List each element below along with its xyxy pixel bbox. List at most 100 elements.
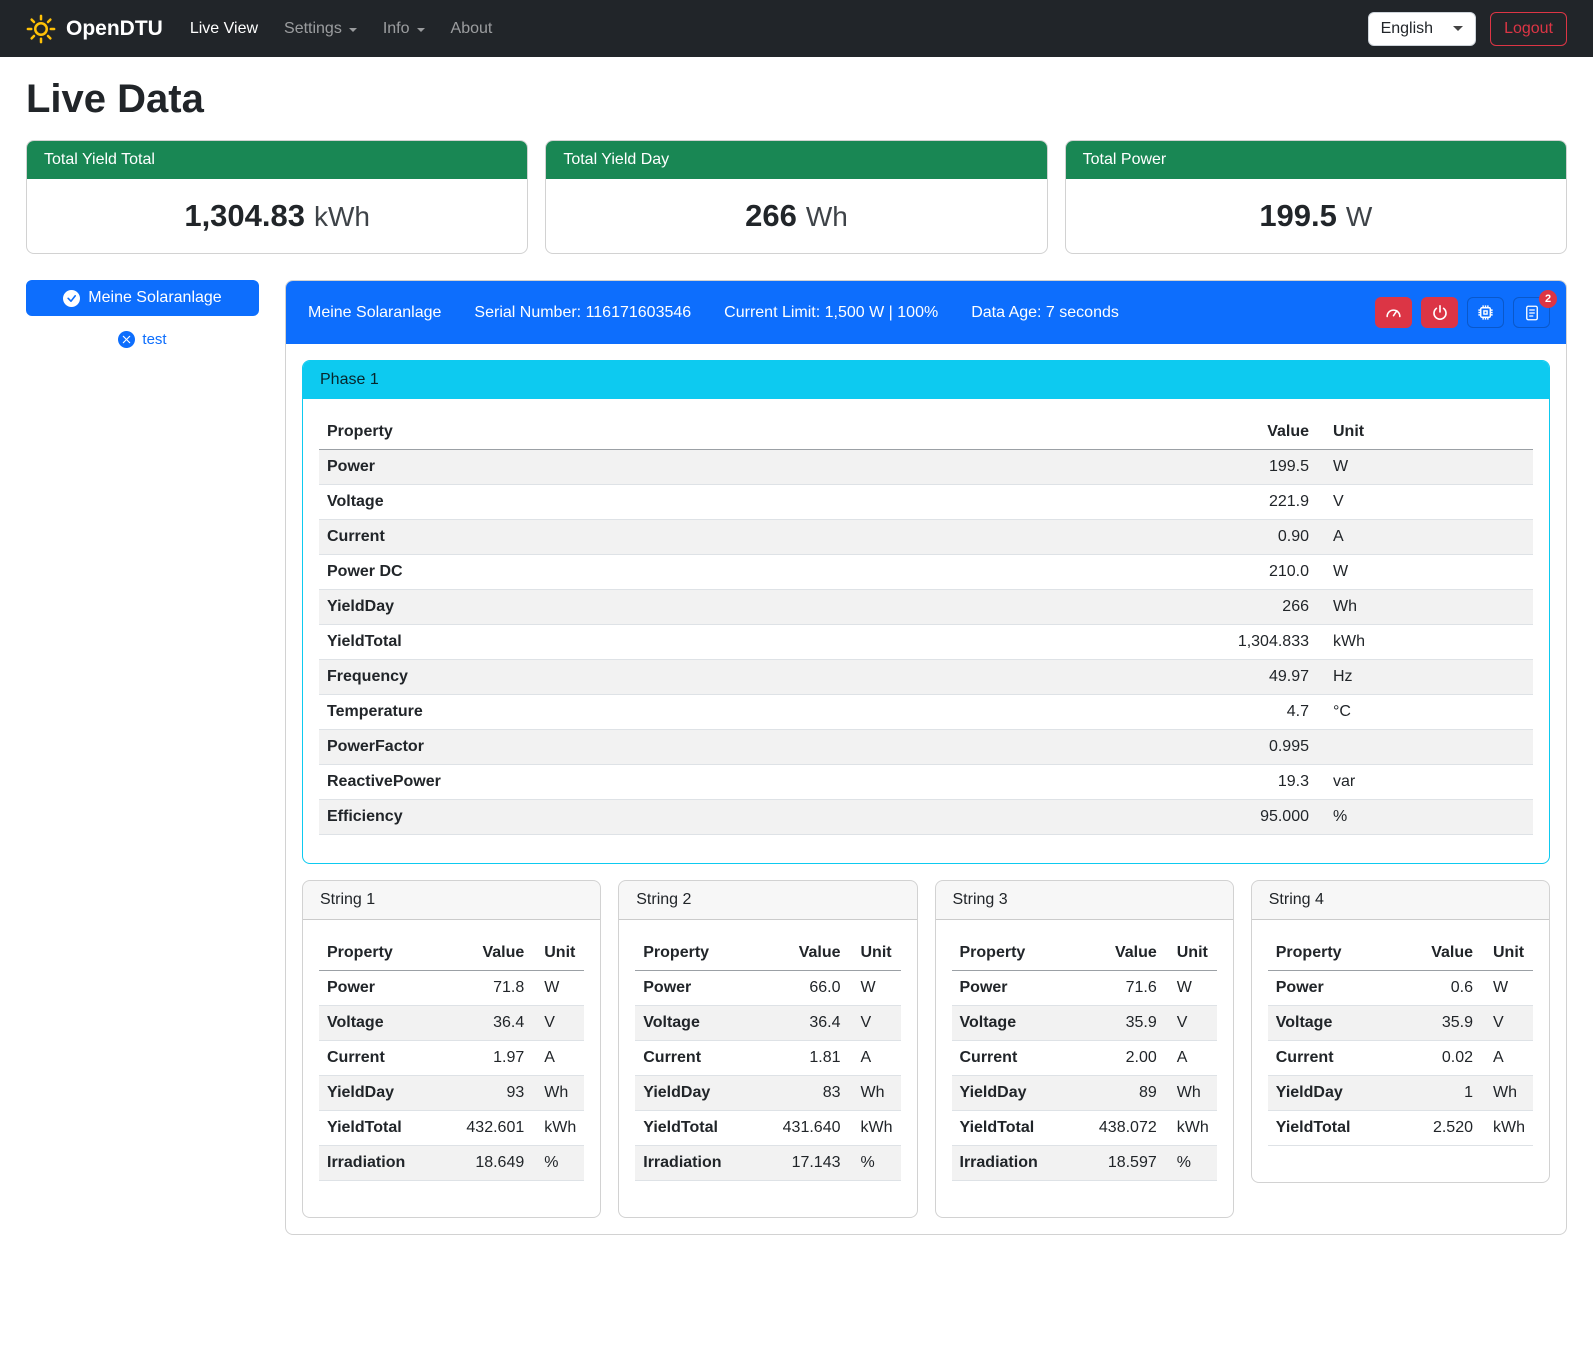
unit-cell: W — [849, 971, 901, 1006]
string-title: String 3 — [936, 881, 1233, 920]
unit-cell: kWh — [532, 1111, 584, 1146]
value-cell: 0.90 — [1187, 520, 1317, 555]
unit-cell: A — [1165, 1041, 1217, 1076]
value-cell: 1.97 — [446, 1041, 532, 1076]
string-body: Property Value Unit Power71.6WVoltage35.… — [936, 920, 1233, 1217]
event-log-button[interactable]: 2 — [1513, 297, 1550, 328]
value-cell: 93 — [446, 1076, 532, 1111]
value-cell: 83 — [763, 1076, 849, 1111]
power-button[interactable] — [1421, 297, 1458, 328]
table-header-row: Property Value Unit — [319, 936, 584, 971]
property-cell: Current — [319, 520, 1187, 555]
unit-text: W — [1346, 201, 1372, 232]
content-row: Meine Solaranlage test Meine Solaranlage… — [26, 280, 1567, 1265]
value-header: Value — [446, 936, 532, 971]
card-title: Total Power — [1066, 141, 1566, 179]
card-value: 266 Wh — [546, 179, 1046, 253]
property-cell: Power — [1268, 971, 1395, 1006]
unit-header: Unit — [1165, 936, 1217, 971]
inverter-select-label: Meine Solaranlage — [88, 289, 221, 307]
unit-cell: A — [1317, 520, 1533, 555]
value-cell: 438.072 — [1079, 1111, 1165, 1146]
table-row: YieldDay1Wh — [1268, 1076, 1533, 1111]
summary-cards: Total Yield Total 1,304.83kWh Total Yiel… — [26, 140, 1567, 254]
table-row: YieldDay266Wh — [319, 590, 1533, 625]
table-row: Efficiency95.000% — [319, 800, 1533, 835]
property-cell: Irradiation — [635, 1146, 762, 1181]
value-cell: 36.4 — [763, 1006, 849, 1041]
unit-cell: kWh — [849, 1111, 901, 1146]
inverter-select-button[interactable]: Meine Solaranlage — [26, 280, 259, 316]
inverter-limit: Current Limit: 1,500 W | 100% — [724, 304, 938, 322]
nav-item-live-view[interactable]: Live View — [177, 12, 271, 46]
logout-button[interactable]: Logout — [1490, 12, 1567, 46]
strings-row: String 1 Property Value Unit Power71.8WV… — [302, 880, 1550, 1218]
property-cell: YieldTotal — [319, 1111, 446, 1146]
journal-icon — [1523, 304, 1541, 322]
card-title: Total Yield Total — [27, 141, 527, 179]
table-row: Current1.81A — [635, 1041, 900, 1076]
table-row: YieldTotal1,304.833kWh — [319, 625, 1533, 660]
brand-label: OpenDTU — [66, 17, 163, 41]
unit-cell: kWh — [1165, 1111, 1217, 1146]
property-cell: Power — [319, 450, 1187, 485]
table-row: Current0.90A — [319, 520, 1533, 555]
nav-item-about[interactable]: About — [438, 12, 506, 46]
value-cell: 89 — [1079, 1076, 1165, 1111]
limit-settings-button[interactable] — [1375, 297, 1412, 328]
value-text: 266 — [745, 198, 797, 233]
property-header: Property — [635, 936, 762, 971]
unit-cell: V — [1317, 485, 1533, 520]
nav-item-info[interactable]: Info — [370, 12, 438, 46]
language-select[interactable]: English — [1368, 12, 1476, 46]
unit-cell: % — [1317, 800, 1533, 835]
inverter-sidebar: Meine Solaranlage test — [26, 280, 259, 348]
unit-cell — [1317, 730, 1533, 765]
table-row: YieldTotal431.640kWh — [635, 1111, 900, 1146]
value-cell: 95.000 — [1187, 800, 1317, 835]
string-title: String 4 — [1252, 881, 1549, 920]
string-body: Property Value Unit Power0.6WVoltage35.9… — [1252, 920, 1549, 1182]
value-header: Value — [763, 936, 849, 971]
chevron-down-icon — [417, 28, 425, 32]
property-cell: Current — [319, 1041, 446, 1076]
inverter-header: Meine Solaranlage Serial Number: 1161716… — [286, 281, 1566, 344]
value-cell: 432.601 — [446, 1111, 532, 1146]
device-info-button[interactable] — [1467, 297, 1504, 328]
unit-cell: V — [1165, 1006, 1217, 1041]
chevron-down-icon — [349, 28, 357, 32]
unit-cell: W — [1317, 450, 1533, 485]
unit-cell: Hz — [1317, 660, 1533, 695]
property-cell: Current — [952, 1041, 1079, 1076]
string-card: String 3 Property Value Unit Power71.6WV… — [935, 880, 1234, 1218]
table-row: Frequency49.97Hz — [319, 660, 1533, 695]
brand[interactable]: OpenDTU — [26, 14, 163, 44]
summary-card-total-yield-total: Total Yield Total 1,304.83kWh — [26, 140, 528, 254]
table-row: PowerFactor0.995 — [319, 730, 1533, 765]
inverter-item-test[interactable]: test — [26, 331, 259, 348]
unit-cell: kWh — [1317, 625, 1533, 660]
property-header: Property — [1268, 936, 1395, 971]
table-row: YieldDay89Wh — [952, 1076, 1217, 1111]
summary-card-total-yield-day: Total Yield Day 266Wh — [545, 140, 1047, 254]
property-cell: Power — [319, 971, 446, 1006]
value-cell: 17.143 — [763, 1146, 849, 1181]
nav-item-settings[interactable]: Settings — [271, 12, 370, 46]
property-header: Property — [952, 936, 1079, 971]
value-cell: 49.97 — [1187, 660, 1317, 695]
property-cell: YieldTotal — [319, 625, 1187, 660]
table-row: Voltage36.4V — [319, 1006, 584, 1041]
unit-header: Unit — [532, 936, 584, 971]
unit-text: Wh — [806, 201, 848, 232]
table-row: Power0.6W — [1268, 971, 1533, 1006]
string-card: String 4 Property Value Unit Power0.6WVo… — [1251, 880, 1550, 1183]
x-circle-icon — [118, 331, 135, 348]
property-cell: Current — [1268, 1041, 1395, 1076]
power-icon — [1431, 304, 1449, 322]
property-cell: YieldTotal — [635, 1111, 762, 1146]
phase-title: Phase 1 — [303, 361, 1549, 399]
string-table: Property Value Unit Power71.6WVoltage35.… — [952, 936, 1217, 1181]
value-cell: 71.6 — [1079, 971, 1165, 1006]
property-cell: Voltage — [319, 1006, 446, 1041]
speedometer-icon — [1384, 303, 1403, 322]
